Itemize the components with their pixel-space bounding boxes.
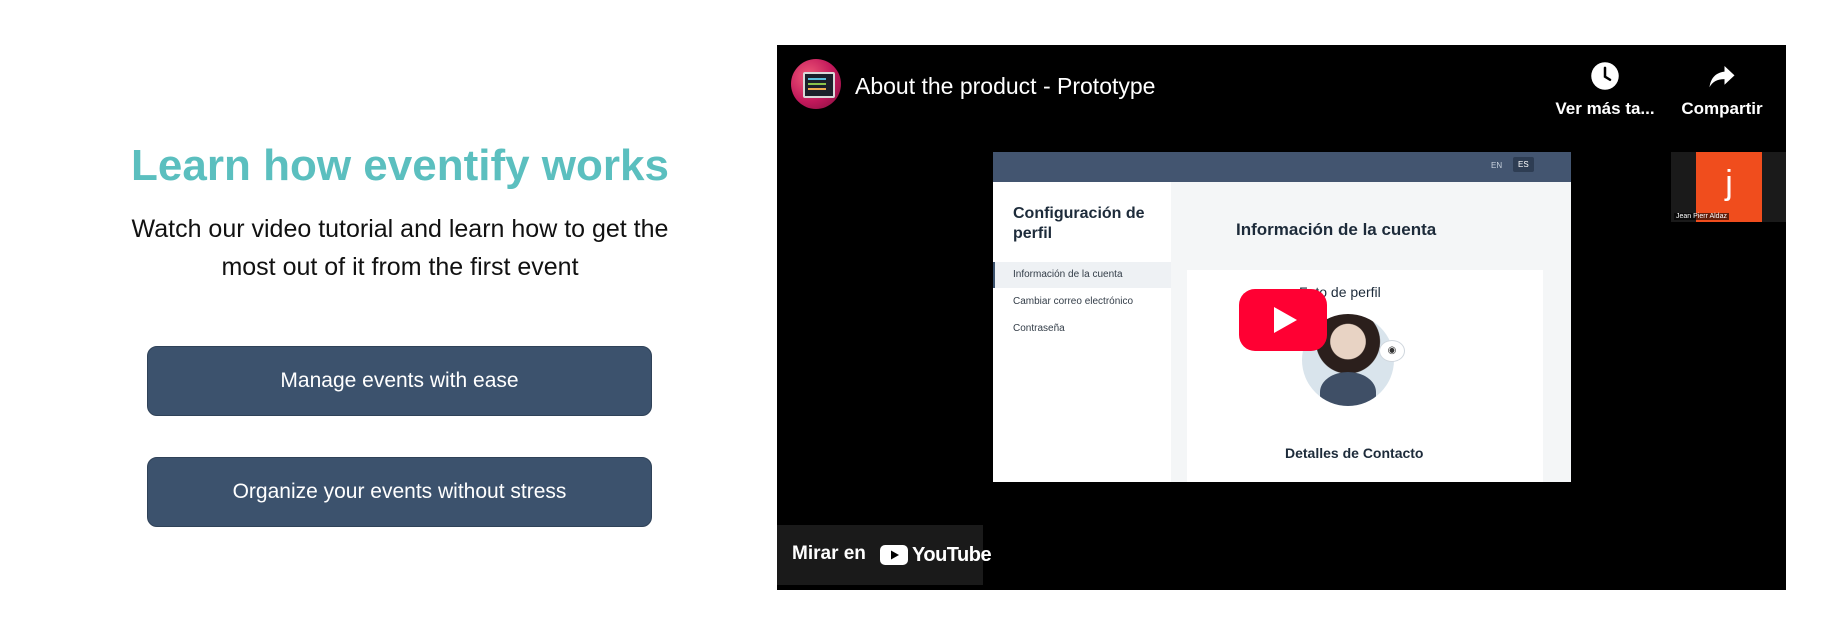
- intro-section: Learn how eventify works Watch our video…: [70, 140, 730, 527]
- share-label: Compartir: [1681, 99, 1763, 118]
- webcam-avatar: j: [1696, 152, 1762, 222]
- clock-icon: [1591, 62, 1619, 90]
- contact-details-label: Detalles de Contacto: [1285, 445, 1424, 461]
- webcam-thumbnail: j Jean Pierr Aldaz: [1671, 152, 1786, 222]
- channel-avatar[interactable]: [791, 59, 841, 109]
- watch-later-button[interactable]: Ver más ta...: [1550, 61, 1660, 119]
- description-line-2: most out of it from the first event: [221, 253, 579, 281]
- language-en: EN: [1491, 161, 1503, 170]
- account-info-title: Información de la cuenta: [1236, 220, 1437, 239]
- youtube-player[interactable]: About the product - Prototype Ver más ta…: [777, 45, 1786, 590]
- watch-on-youtube-button[interactable]: Mirar en YouTube: [777, 525, 992, 585]
- share-arrow-icon: [1709, 66, 1735, 88]
- camera-icon: ◉: [1379, 340, 1405, 362]
- description-line-1: Watch our video tutorial and learn how t…: [131, 215, 669, 243]
- watch-on-label: Mirar en: [792, 543, 866, 564]
- webcam-name: Jean Pierr Aldaz: [1674, 213, 1729, 220]
- watch-later-label: Ver más ta...: [1555, 99, 1655, 118]
- video-title[interactable]: About the product - Prototype: [855, 71, 1155, 101]
- youtube-logo: YouTube: [880, 543, 992, 567]
- share-button[interactable]: Compartir: [1672, 61, 1772, 119]
- laptop-icon: [803, 72, 835, 98]
- organize-events-button[interactable]: Organize your events without stress: [147, 457, 652, 527]
- sidebar-item-password: Contraseña: [1013, 323, 1065, 334]
- manage-events-button[interactable]: Manage events with ease: [147, 346, 652, 416]
- youtube-logo-icon: [880, 545, 908, 565]
- section-headline: Learn how eventify works: [131, 141, 669, 190]
- app-top-bar: EN ES: [993, 152, 1571, 182]
- section-description: Watch our video tutorial and learn how t…: [70, 210, 730, 286]
- language-es: ES: [1513, 157, 1534, 172]
- play-icon[interactable]: [1239, 289, 1327, 351]
- page: Learn how eventify works Watch our video…: [0, 0, 1831, 630]
- settings-title: Configuración de perfil: [1013, 205, 1145, 242]
- sidebar-item-change-email: Cambiar correo electrónico: [1013, 296, 1134, 307]
- youtube-wordmark: YouTube: [912, 543, 992, 566]
- settings-sidebar: Configuración de perfil Información de l…: [993, 182, 1171, 482]
- sidebar-item-account-info: Información de la cuenta: [993, 262, 1171, 288]
